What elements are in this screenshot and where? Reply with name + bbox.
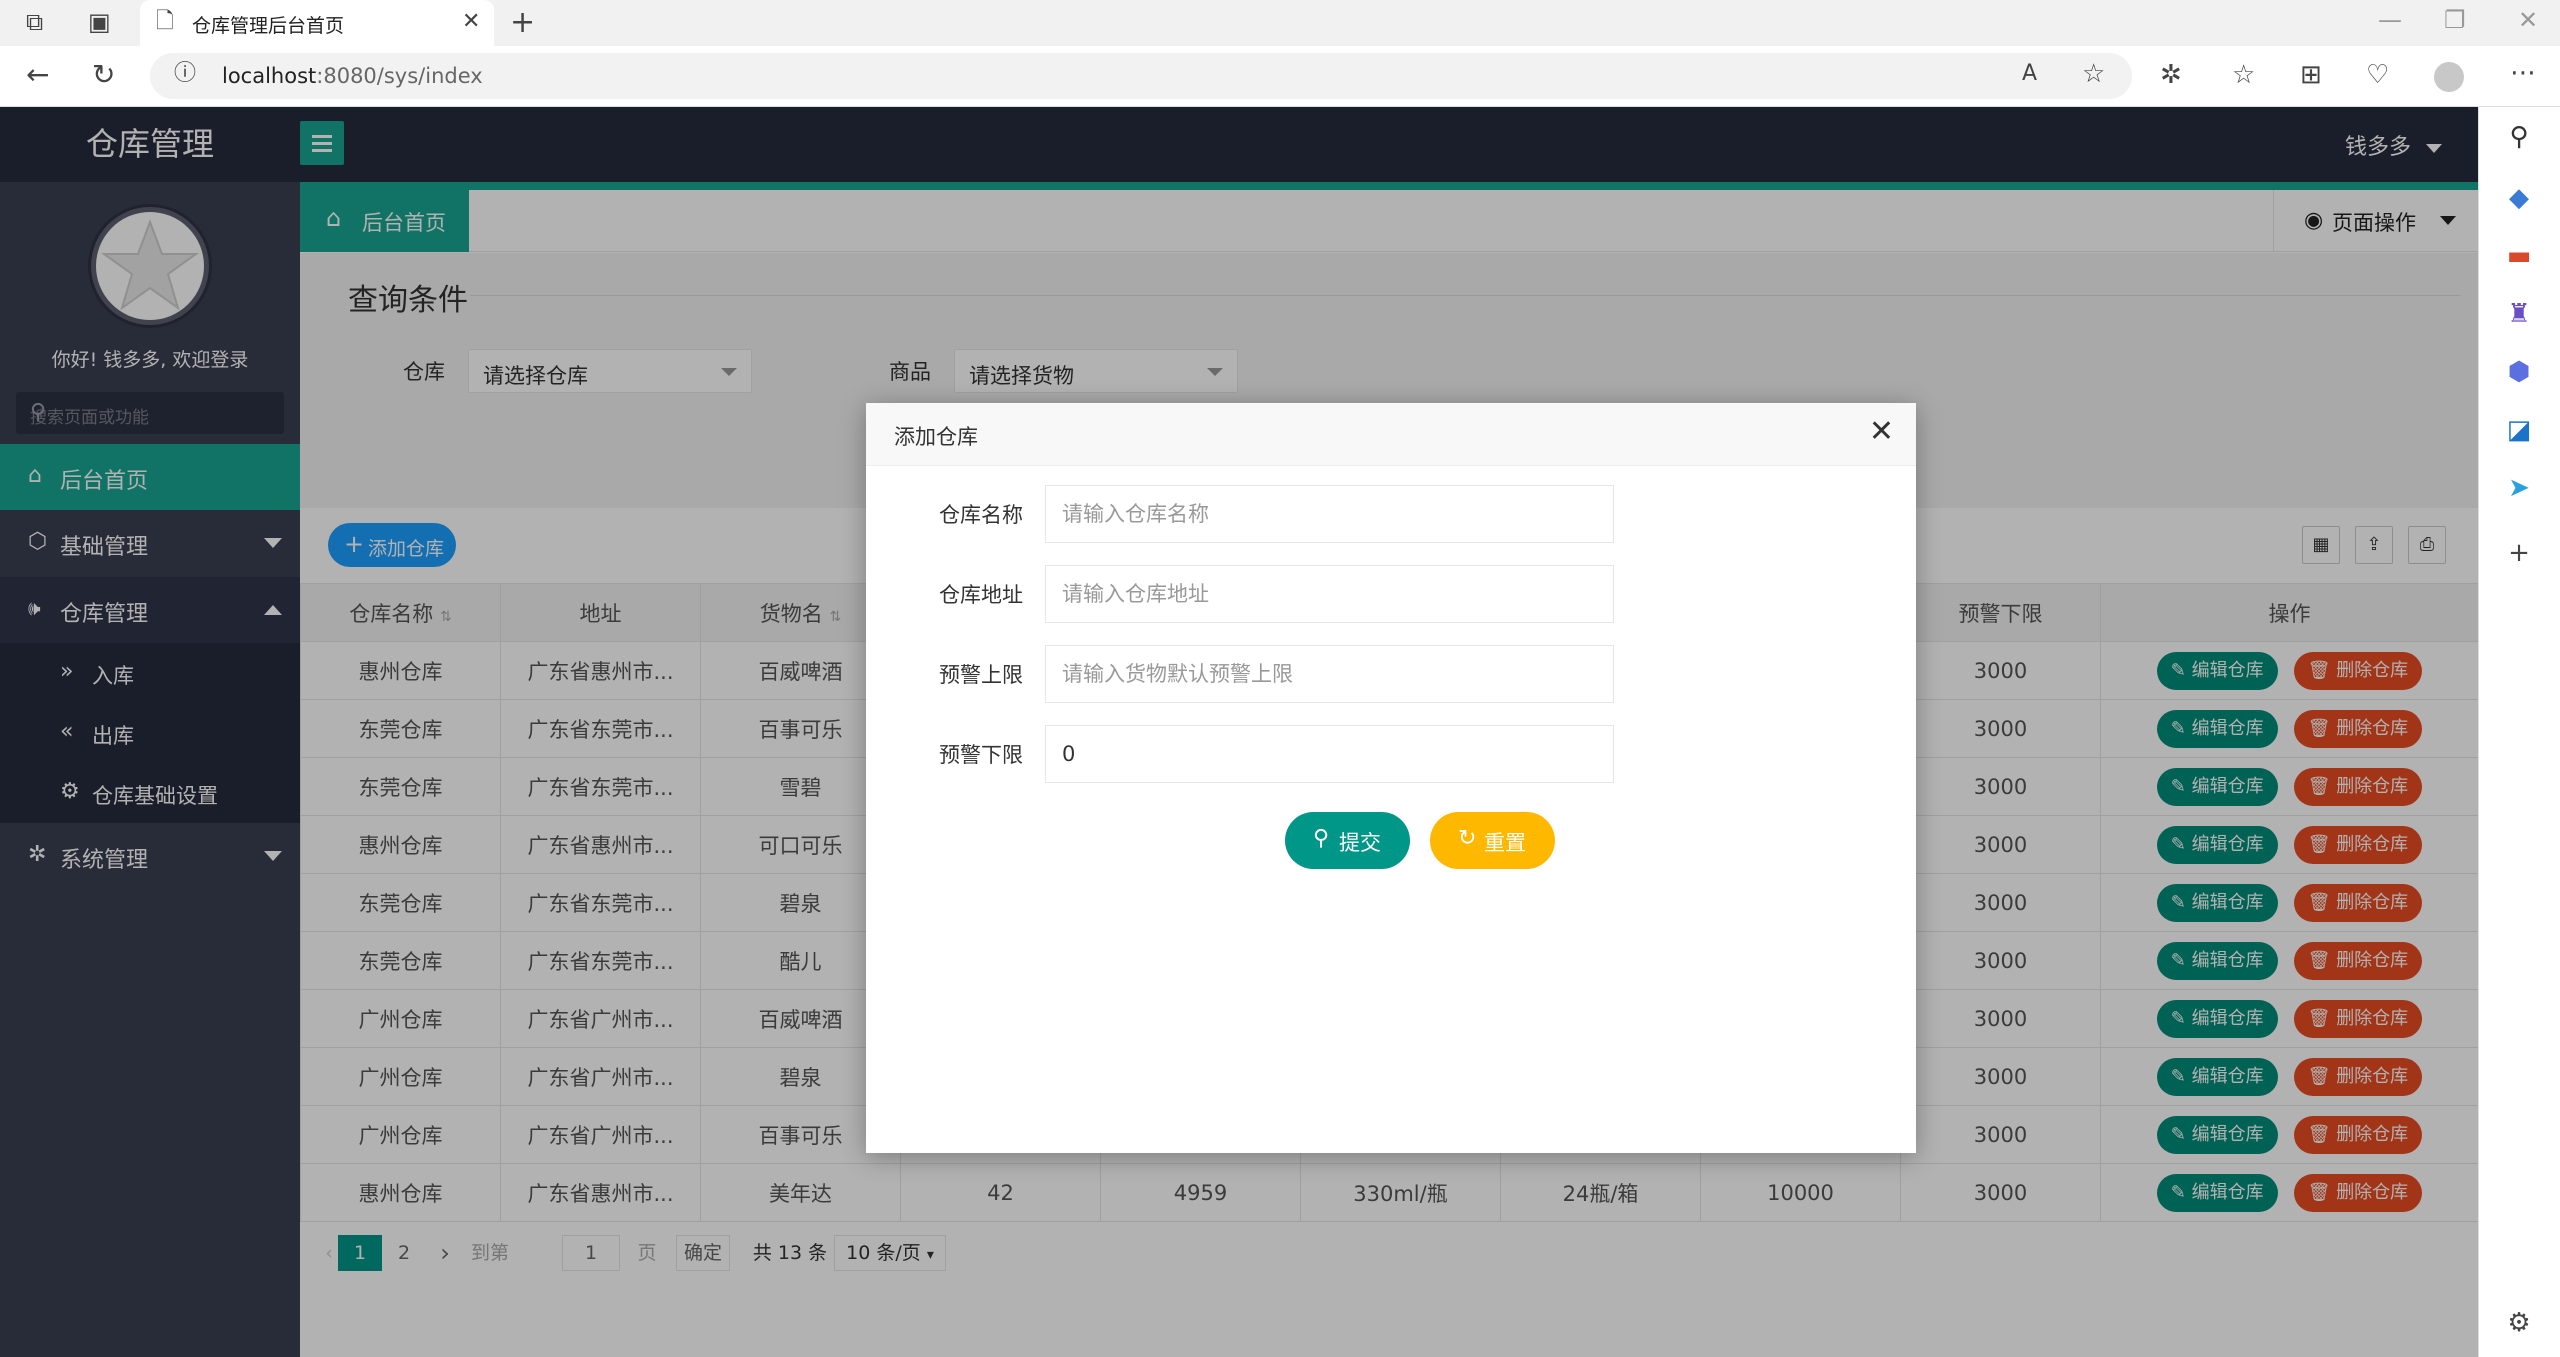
submit-button[interactable]: ⚲ 提交 <box>1285 812 1410 869</box>
settings-icon[interactable]: ⚙ <box>2503 1307 2535 1339</box>
tab-actions-icon[interactable]: ▣ <box>88 10 111 34</box>
more-menu-icon[interactable]: ⋯ <box>2510 60 2536 86</box>
shopping-tag-icon[interactable]: ◆ <box>2503 182 2535 214</box>
add-icon[interactable]: + <box>2503 537 2535 569</box>
url-path: :8080/sys/index <box>316 64 483 88</box>
favorite-star-icon[interactable]: ☆ <box>2082 61 2105 87</box>
profile-avatar[interactable] <box>2434 62 2464 92</box>
outlook-icon[interactable]: ◪ <box>2503 414 2535 446</box>
back-icon[interactable]: ← <box>26 61 49 89</box>
minimize-icon[interactable]: — <box>2378 8 2402 32</box>
m365-icon[interactable]: ⬢ <box>2503 356 2535 388</box>
warning-upper-input[interactable] <box>1045 645 1614 703</box>
telegram-icon[interactable]: ➤ <box>2503 472 2535 504</box>
workspaces-icon[interactable]: ⧉ <box>26 10 43 34</box>
reset-label: 重置 <box>1484 831 1526 855</box>
url-field[interactable]: ⓘ localhost:8080/sys/index A ☆ <box>150 53 2132 99</box>
new-tab-icon[interactable]: + <box>510 8 535 38</box>
close-icon[interactable]: ✕ <box>1869 417 1894 447</box>
warning-lower-input[interactable] <box>1045 725 1614 783</box>
reset-button[interactable]: ↻ 重置 <box>1430 812 1555 869</box>
modal-title: 添加仓库 <box>894 425 978 449</box>
add-warehouse-modal: 添加仓库 ✕ 仓库名称 仓库地址 预警上限 预警下限 ⚲ 提交 ↻ 重置 <box>866 403 1916 1153</box>
extensions-icon[interactable]: ✲ <box>2160 62 2182 88</box>
browser-tab[interactable]: 🗋 仓库管理后台首页 ✕ <box>140 0 494 46</box>
warehouse-name-label: 仓库名称 <box>939 503 1023 527</box>
url-text: localhost:8080/sys/index <box>222 64 483 88</box>
tab-title: 仓库管理后台首页 <box>192 15 345 37</box>
warning-lower-label: 预警下限 <box>939 743 1023 767</box>
info-icon[interactable]: ⓘ <box>174 63 196 85</box>
refresh-icon: ↻ <box>1458 826 1477 851</box>
search-icon: ⚲ <box>1313 826 1330 851</box>
warning-upper-label: 预警上限 <box>939 663 1023 687</box>
url-host: localhost <box>222 64 317 88</box>
modal-header: 添加仓库 ✕ <box>866 403 1916 466</box>
refresh-icon[interactable]: ↻ <box>92 61 115 89</box>
performance-icon[interactable]: ♡ <box>2366 62 2389 88</box>
browser-tab-bar: ⧉ ▣ 🗋 仓库管理后台首页 ✕ + — ❐ ✕ <box>0 0 2560 46</box>
close-window-icon[interactable]: ✕ <box>2518 8 2538 32</box>
chess-icon[interactable]: ♜ <box>2503 298 2535 330</box>
browser-sidebar: ⚲ ◆ ▬ ♜ ⬢ ◪ ➤ + ⚙ <box>2478 107 2560 1357</box>
warehouse-address-label: 仓库地址 <box>939 583 1023 607</box>
favorites-icon[interactable]: ☆ <box>2232 62 2255 88</box>
warehouse-name-input[interactable] <box>1045 485 1614 543</box>
page-icon: 🗋 <box>156 9 174 34</box>
toolbox-icon[interactable]: ▬ <box>2503 240 2535 272</box>
restore-icon[interactable]: ❐ <box>2444 8 2466 32</box>
warehouse-address-input[interactable] <box>1045 565 1614 623</box>
collections-icon[interactable]: ⊞ <box>2300 62 2322 88</box>
search-icon[interactable]: ⚲ <box>2503 121 2535 153</box>
read-aloud-icon[interactable]: A <box>2022 63 2037 85</box>
submit-label: 提交 <box>1339 831 1381 855</box>
address-bar-row: ← ↻ ⓘ localhost:8080/sys/index A ☆ ✲ ☆ ⊞… <box>0 46 2560 107</box>
close-tab-icon[interactable]: ✕ <box>462 11 480 33</box>
